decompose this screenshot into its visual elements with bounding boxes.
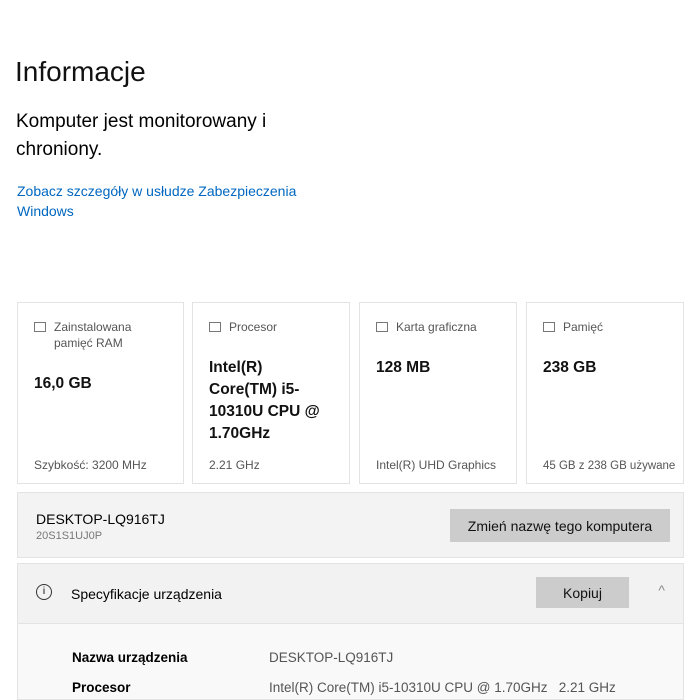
copy-button[interactable]: Kopiuj xyxy=(536,577,629,608)
protection-status: Komputer jest monitorowany i chroniony. xyxy=(16,111,267,160)
card-value: 16,0 GB xyxy=(34,375,92,392)
device-specs-header[interactable]: i Specyfikacje urządzenia Kopiuj ^ xyxy=(18,564,683,624)
rename-pc-button[interactable]: Zmień nazwę tego komputera xyxy=(450,509,670,542)
ram-card: Zainstalowana pamięć RAM 16,0 GB Szybkoś… xyxy=(17,302,184,484)
spec-value: Intel(R) Core(TM) i5-10310U CPU @ 1.70GH… xyxy=(269,680,616,695)
security-details-link[interactable]: Zobacz szczegóły w usłudze Zabezpieczeni… xyxy=(17,181,317,221)
ram-icon xyxy=(34,322,46,332)
storage-card: Pamięć 238 GB 45 GB z 238 GB używane xyxy=(526,302,684,484)
device-name: DESKTOP-LQ916TJ xyxy=(36,511,165,527)
card-footer: 2.21 GHz xyxy=(209,458,260,472)
card-footer: 45 GB z 238 GB używane xyxy=(543,460,676,472)
processor-icon xyxy=(209,322,221,332)
card-value: Intel(R) Core(TM) i5-10310U CPU @ 1.70GH… xyxy=(209,359,320,442)
spec-label: Procesor xyxy=(72,680,131,695)
card-label: Pamięć xyxy=(563,320,604,334)
card-footer: Intel(R) UHD Graphics xyxy=(376,458,497,472)
page-title: Informacje xyxy=(15,56,146,87)
device-specs-title: Specyfikacje urządzenia xyxy=(71,586,222,602)
spec-label: Nazwa urządzenia xyxy=(72,650,188,665)
card-footer: Szybkość: 3200 MHz xyxy=(34,458,147,472)
spec-value: DESKTOP-LQ916TJ xyxy=(269,650,394,665)
device-specs-section: i Specyfikacje urządzenia Kopiuj ^ Nazwa… xyxy=(17,563,684,700)
card-value: 128 MB xyxy=(376,359,431,376)
graphics-card-icon xyxy=(376,322,388,332)
info-icon: i xyxy=(36,584,52,600)
chevron-up-icon[interactable]: ^ xyxy=(658,582,665,598)
device-model: 20S1S1UJ0P xyxy=(36,530,103,542)
card-value: 238 GB xyxy=(543,359,597,376)
storage-icon xyxy=(543,322,555,332)
card-label: Karta graficzna xyxy=(396,320,477,334)
card-label: Zainstalowana pamięć RAM xyxy=(54,320,132,350)
processor-card: Procesor Intel(R) Core(TM) i5-10310U CPU… xyxy=(192,302,350,484)
graphics-card: Karta graficzna 128 MB Intel(R) UHD Grap… xyxy=(359,302,517,484)
card-label: Procesor xyxy=(229,320,278,334)
device-name-banner: DESKTOP-LQ916TJ 20S1S1UJ0P Zmień nazwę t… xyxy=(17,492,684,558)
